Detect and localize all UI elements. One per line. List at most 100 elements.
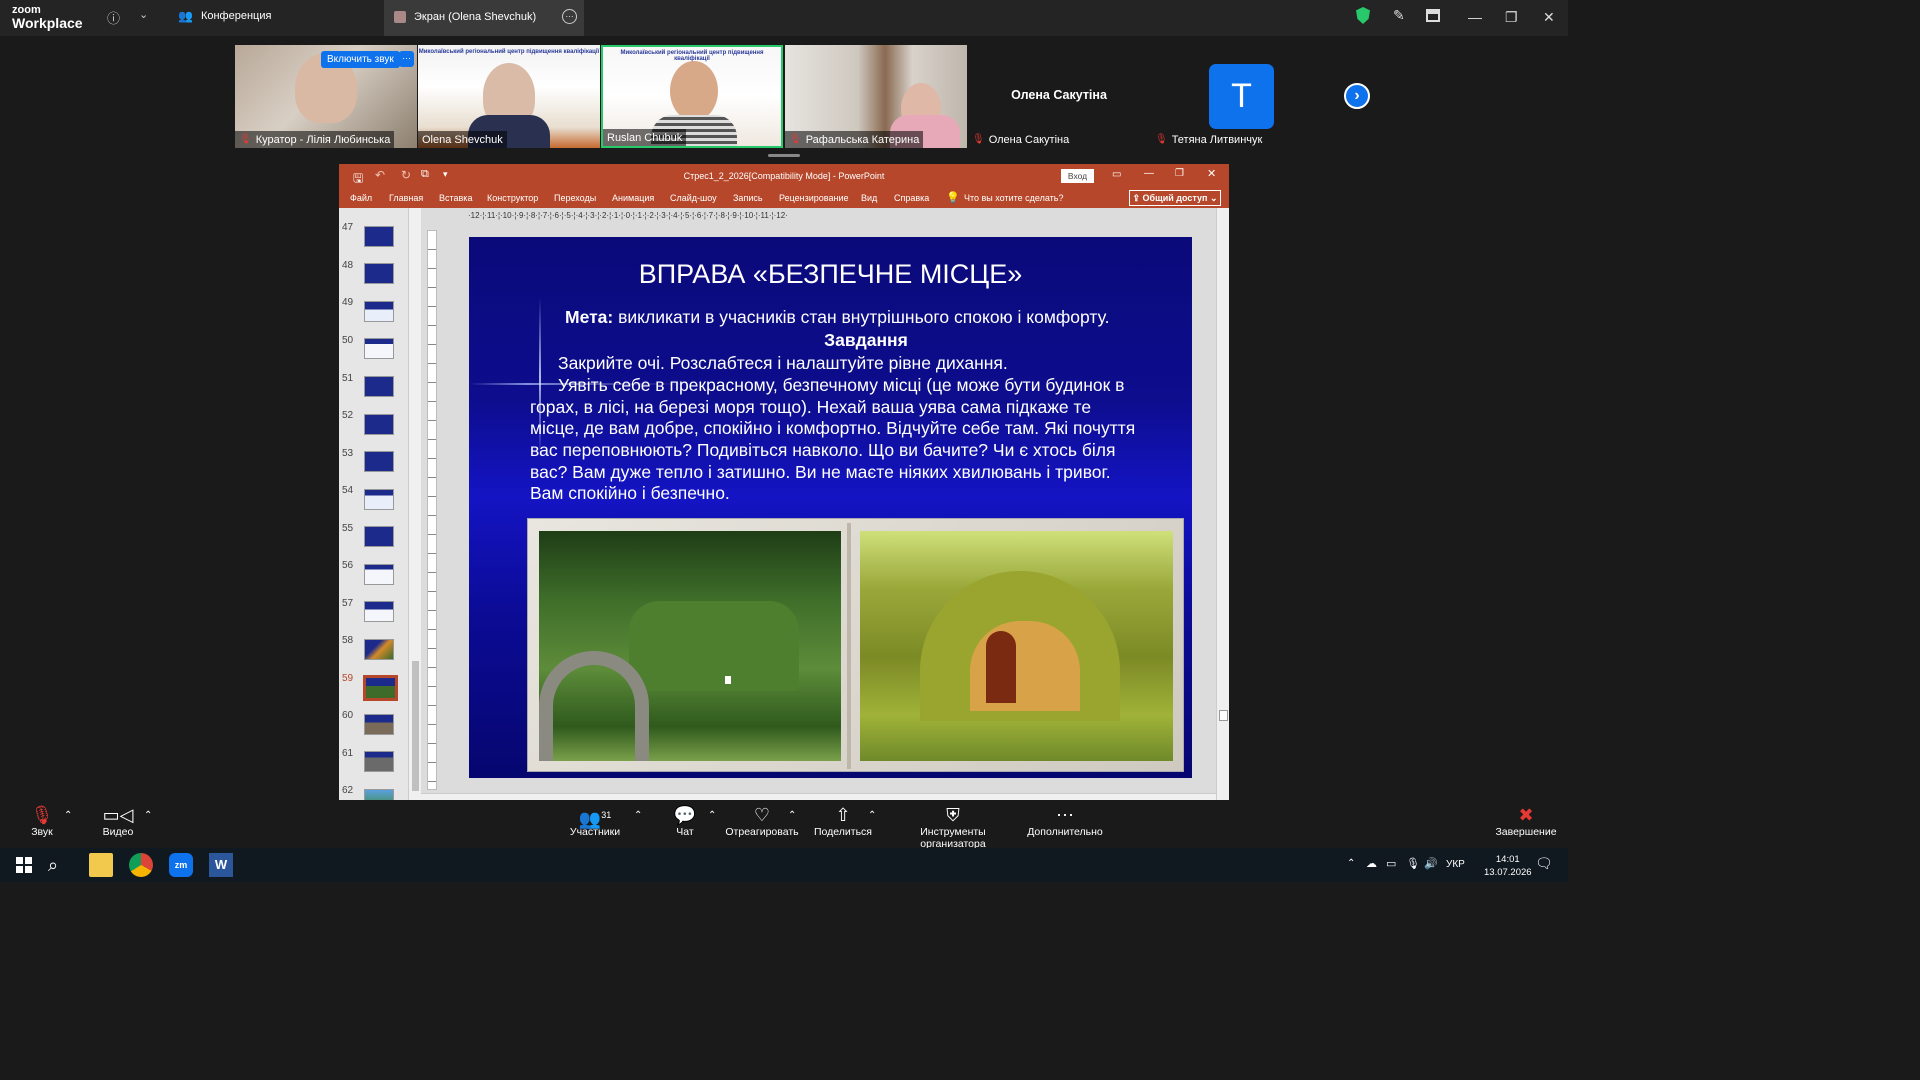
thumb-number: 60	[342, 710, 354, 721]
ppt-close-icon[interactable]: ✕	[1207, 167, 1216, 180]
close-icon[interactable]: ✕	[1543, 9, 1555, 26]
host-tools-button[interactable]: ⛨ Инструменты организатора	[887, 804, 1019, 850]
end-meeting-button[interactable]: ✖ Завершение	[1494, 804, 1558, 838]
tab-conference[interactable]: 👥 Конференция	[178, 9, 271, 23]
meeting-controls-bar: 🎙 Звук ⌃ ▭◁ Видео ⌃ 👥31 Участники ⌃ 💬 Чат ⌃ …	[0, 800, 1568, 850]
microphone-icon[interactable]: 🎙	[1406, 857, 1420, 870]
thumbnail-scrollbar[interactable]	[408, 208, 421, 801]
tab-record[interactable]: Запись	[733, 193, 763, 203]
chevron-down-icon[interactable]: ⌄	[139, 8, 148, 21]
unmute-request-button[interactable]: Включить звук	[321, 51, 400, 68]
restore-icon[interactable]: ❐	[1505, 9, 1518, 26]
more-button[interactable]: ⋯ Дополнительно	[1027, 804, 1103, 838]
volume-icon[interactable]: 🔊	[1424, 857, 1438, 870]
chat-button[interactable]: 💬 Чат	[672, 804, 698, 838]
signin-button[interactable]: Вход	[1061, 169, 1094, 183]
search-icon[interactable]: ⌕	[48, 853, 72, 877]
resize-handle[interactable]	[768, 154, 800, 157]
slide-body-line: вас переповнюють? Подивіться навколо. Що…	[530, 440, 1116, 460]
slide-thumbnail[interactable]	[364, 376, 394, 397]
minimize-icon[interactable]: —	[1468, 9, 1482, 25]
tile-header-text: Миколаївський регіональний центр підвище…	[418, 49, 600, 55]
tab-insert[interactable]: Вставка	[439, 193, 472, 203]
participant-name: 🎙 Куратор - Лілія Любинська	[235, 131, 395, 148]
tab-slideshow[interactable]: Слайд-шоу	[670, 193, 717, 203]
tab-home[interactable]: Главная	[389, 193, 423, 203]
start-windows-icon[interactable]	[12, 853, 36, 877]
slide-thumbnail[interactable]	[364, 301, 394, 322]
tab-screen-share[interactable]: Экран (Olena Shevchuk) ···	[384, 0, 584, 36]
slide-goal-line: Мета: викликати в учасників стан внутріш…	[565, 307, 1109, 328]
participant-tile[interactable]: T 🎙 Тетяна Литвинчук	[1151, 45, 1333, 148]
shield-icon: ⛨	[946, 805, 960, 825]
slide-thumbnail[interactable]	[364, 451, 394, 472]
participants-chevron-icon[interactable]: ⌃	[634, 810, 642, 821]
tile-more-button[interactable]: ···	[399, 51, 414, 67]
slide-thumbnail[interactable]	[364, 751, 394, 772]
participant-tile[interactable]: Миколаївський регіональний центр підвище…	[418, 45, 600, 148]
react-chevron-icon[interactable]: ⌃	[788, 810, 796, 821]
participant-tile[interactable]: Олена Сакутіна 🎙 Олена Сакутіна	[968, 45, 1150, 148]
tab-animations[interactable]: Анимация	[612, 193, 654, 203]
more-icon[interactable]: ···	[562, 9, 577, 24]
chrome-icon[interactable]	[129, 853, 153, 877]
participant-tile[interactable]: 🎙 Рафальська Катерина	[785, 45, 967, 148]
share-button[interactable]: ⇪ Общий доступ ⌄	[1129, 190, 1221, 206]
tab-review[interactable]: Рецензирование	[779, 193, 849, 203]
ribbon-display-icon[interactable]: ▭	[1112, 169, 1121, 180]
next-page-arrow-icon[interactable]: ›	[1344, 83, 1370, 109]
participant-name: Olena Shevchuk	[418, 131, 507, 148]
slide-thumbnail[interactable]	[364, 526, 394, 547]
tab-view[interactable]: Вид	[861, 193, 877, 203]
participant-tile-active-speaker[interactable]: Миколаївський регіональний центр підвище…	[601, 45, 783, 148]
slide-thumbnail[interactable]	[364, 489, 394, 510]
tell-me-search[interactable]: Что вы хотите сделать?	[964, 193, 1064, 203]
horizontal-ruler: ·12·¦·11·¦·10·¦·9·¦·8·¦·7·¦·6·¦·5·¦·4·¦·…	[468, 211, 788, 220]
vertical-scroll-thumb[interactable]	[1219, 710, 1228, 721]
slide-thumbnail[interactable]	[364, 714, 394, 735]
video-camera-icon: ▭◁	[102, 805, 134, 825]
thumbnail-scroll-thumb[interactable]	[412, 661, 419, 791]
slide-thumbnail-selected[interactable]	[363, 675, 398, 701]
view-icon[interactable]	[1426, 9, 1440, 22]
clock[interactable]: 14:01 13.07.2026	[1484, 853, 1532, 879]
slide-thumbnail[interactable]	[364, 226, 394, 247]
slide-thumbnail[interactable]	[364, 564, 394, 585]
input-language[interactable]: УКР	[1446, 859, 1465, 870]
network-icon[interactable]: ▭	[1386, 857, 1396, 870]
zoom-app-icon[interactable]: zm	[169, 853, 193, 877]
slide-body-line: горах, в лісі, на березі моря тощо). Нех…	[530, 397, 1092, 417]
vertical-scrollbar[interactable]	[1216, 208, 1229, 801]
tab-design[interactable]: Конструктор	[487, 193, 538, 203]
notifications-icon[interactable]: 🗨	[1535, 855, 1553, 872]
slide-thumbnail[interactable]	[364, 414, 394, 435]
video-button[interactable]: ▭◁ Видео	[100, 804, 136, 838]
word-app-icon[interactable]: W	[209, 853, 233, 877]
participant-name-label: Ruslan Chubuk	[607, 131, 683, 144]
slide-thumbnail[interactable]	[364, 338, 394, 359]
security-shield-icon[interactable]	[1356, 7, 1370, 24]
show-hidden-icons-chevron-icon[interactable]: ⌃	[1347, 858, 1355, 869]
tab-file[interactable]: Файл	[350, 193, 372, 203]
clock-date: 13.07.2026	[1484, 867, 1532, 878]
onedrive-icon[interactable]: ☁	[1366, 857, 1377, 870]
participant-tile[interactable]: Включить звук ··· 🎙 Куратор - Лілія Любин…	[235, 45, 417, 148]
info-icon[interactable]: ⓘ	[107, 8, 120, 27]
participants-button[interactable]: 👥31 Участники	[567, 804, 623, 838]
annotate-icon[interactable]: ✎	[1393, 7, 1405, 24]
audio-options-chevron-icon[interactable]: ⌃	[64, 810, 72, 821]
thumb-number: 52	[342, 410, 354, 421]
tab-help[interactable]: Справка	[894, 193, 929, 203]
file-explorer-icon[interactable]	[89, 853, 113, 877]
tab-transitions[interactable]: Переходы	[554, 193, 596, 203]
ppt-minimize-icon[interactable]: —	[1144, 168, 1154, 179]
slide-thumbnail[interactable]	[364, 601, 394, 622]
share-chevron-icon[interactable]: ⌃	[868, 810, 876, 821]
share-screen-button[interactable]: ⇧ Поделиться	[813, 804, 873, 838]
chat-chevron-icon[interactable]: ⌃	[708, 810, 716, 821]
ppt-restore-icon[interactable]: ❐	[1175, 168, 1184, 179]
audio-button[interactable]: 🎙 Звук	[26, 804, 58, 838]
slide-thumbnail[interactable]	[364, 263, 394, 284]
slide-thumbnail[interactable]	[364, 639, 394, 660]
video-options-chevron-icon[interactable]: ⌃	[144, 810, 152, 821]
